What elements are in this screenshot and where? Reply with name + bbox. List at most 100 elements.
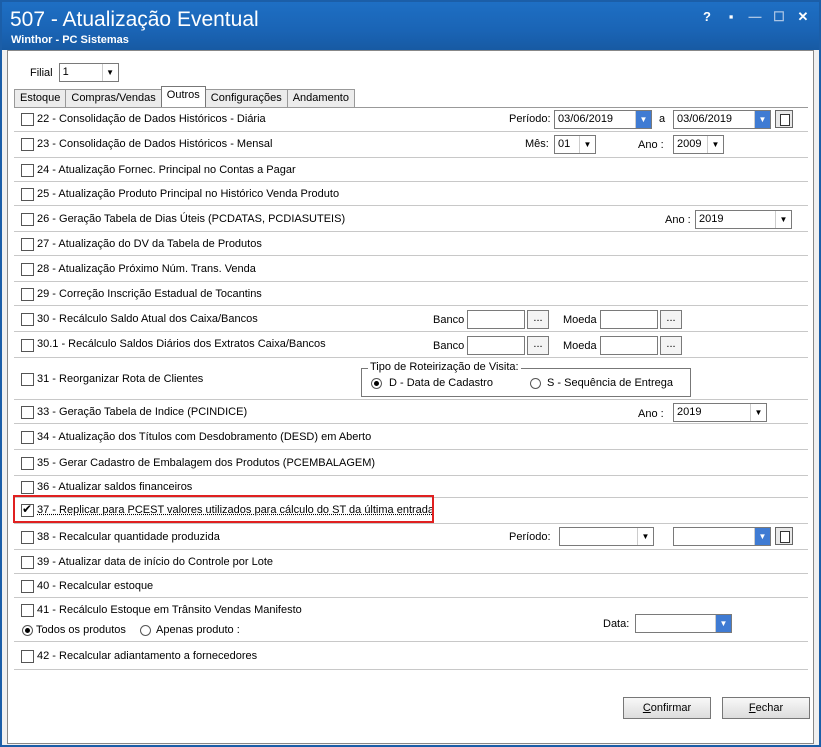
radio-todos-produtos[interactable] (22, 625, 33, 636)
a-label: a (659, 113, 666, 125)
window-title: 507 - Atualização Eventual (10, 8, 259, 31)
checkbox-23[interactable] (21, 138, 34, 151)
banco-input[interactable] (467, 336, 525, 355)
checkbox-25[interactable] (21, 188, 34, 201)
radio-apenas-produto[interactable] (140, 625, 151, 636)
chevron-down-icon[interactable]: ▼ (715, 615, 731, 632)
ano-select-33[interactable]: 2019 ▼ (673, 403, 767, 422)
filial-select[interactable]: 1 ▼ (58, 63, 119, 82)
minimize-button[interactable]: — (745, 8, 765, 26)
tab-compras-vendas[interactable]: Compras/Vendas (65, 89, 162, 107)
label-29: 29 - Correção Inscrição Estadual de Toca… (37, 288, 262, 300)
moeda-input[interactable] (600, 310, 658, 329)
confirm-accel: C (642, 702, 651, 714)
close-label: echar (755, 702, 784, 714)
outros-panel: 22 - Consolidação de Dados Históricos - … (13, 107, 808, 670)
calendar-icon[interactable] (775, 527, 793, 545)
tab-andamento[interactable]: Andamento (286, 89, 355, 107)
moeda-label: Moeda (563, 314, 597, 326)
chevron-down-icon[interactable]: ▼ (754, 528, 770, 545)
tab-configuracoes[interactable]: Configurações (204, 89, 288, 107)
checkbox-42[interactable] (21, 650, 34, 663)
date-from-field[interactable]: 03/06/2019 ▼ (554, 110, 652, 129)
periodo-from-field[interactable]: ▼ (559, 527, 654, 546)
chevron-down-icon[interactable]: ▼ (775, 211, 791, 228)
chevron-down-icon[interactable]: ▼ (750, 404, 766, 421)
label-38: 38 - Recalcular quantidade produzida (37, 531, 220, 543)
moeda-label: Moeda (563, 340, 597, 352)
moeda-lookup-button[interactable]: ... (660, 336, 682, 355)
tab-bar: Estoque Compras/Vendas Outros Configuraç… (14, 86, 355, 107)
banco-input[interactable] (467, 310, 525, 329)
row-38: 38 - Recalcular quantidade produzida Per… (14, 524, 808, 550)
checkbox-30[interactable] (21, 313, 34, 326)
date-to-field[interactable]: 03/06/2019 ▼ (673, 110, 771, 129)
close-button[interactable]: ✕ (793, 8, 813, 26)
row-24: 24 - Atualização Fornec. Principal no Co… (14, 158, 808, 182)
banco-lookup-button[interactable]: ... (527, 310, 549, 329)
tab-estoque[interactable]: Estoque (14, 89, 67, 107)
maximize-button[interactable]: ☐ (769, 8, 789, 26)
checkbox-36[interactable] (21, 481, 34, 494)
row-34: 34 - Atualização dos Títulos com Desdobr… (14, 424, 808, 450)
chevron-down-icon[interactable]: ▼ (707, 136, 723, 153)
help-button[interactable]: ? (697, 8, 717, 26)
checkbox-39[interactable] (21, 556, 34, 569)
filial-value: 1 (62, 66, 69, 78)
label-30-1: 30.1 - Recálculo Saldos Diários dos Extr… (37, 338, 326, 350)
periodo-to-field[interactable]: ▼ (673, 527, 771, 546)
label-33: 33 - Geração Tabela de Indice (PCINDICE) (37, 406, 248, 418)
radio-sequencia-entrega[interactable] (530, 378, 541, 389)
tab-outros[interactable]: Outros (160, 86, 206, 107)
chevron-down-icon[interactable]: ▼ (635, 111, 651, 128)
data-cadastro-label: D - Data de Cadastro (389, 377, 493, 389)
checkbox-29[interactable] (21, 288, 34, 301)
checkbox-38[interactable] (21, 531, 34, 544)
label-40: 40 - Recalcular estoque (37, 580, 154, 592)
calendar-icon[interactable] (775, 110, 793, 128)
ano-select-26[interactable]: 2019 ▼ (695, 210, 792, 229)
highlight-box (13, 495, 434, 523)
checkbox-28[interactable] (21, 263, 34, 276)
checkbox-35[interactable] (21, 457, 34, 470)
checkbox-31[interactable] (21, 373, 34, 386)
checkbox-34[interactable] (21, 431, 34, 444)
row-39: 39 - Atualizar data de início do Control… (14, 550, 808, 574)
close-form-button[interactable]: Fechar (722, 697, 810, 719)
mes-select[interactable]: 01 ▼ (554, 135, 596, 154)
checkbox-41[interactable] (21, 604, 34, 617)
confirm-label: onfirmar (650, 702, 692, 714)
main-content: Filial 1 ▼ Estoque Compras/Vendas Outros… (7, 50, 814, 744)
label-26: 26 - Geração Tabela de Dias Úteis (PCDAT… (37, 213, 346, 225)
checkbox-26[interactable] (21, 213, 34, 226)
row-33: 33 - Geração Tabela de Indice (PCINDICE)… (14, 400, 808, 424)
chevron-down-icon[interactable]: ▼ (637, 528, 653, 545)
row-35: 35 - Gerar Cadastro de Embalagem dos Pro… (14, 450, 808, 476)
ano-value: 2019 (699, 213, 724, 225)
chevron-down-icon[interactable]: ▼ (754, 111, 770, 128)
moeda-lookup-button[interactable]: ... (660, 310, 682, 329)
banco-lookup-button[interactable]: ... (527, 336, 549, 355)
checkbox-40[interactable] (21, 580, 34, 593)
label-28: 28 - Atualização Próximo Núm. Trans. Ven… (37, 263, 256, 275)
checkbox-22[interactable] (21, 113, 34, 126)
moeda-input[interactable] (600, 336, 658, 355)
ano-select-23[interactable]: 2009 ▼ (673, 135, 724, 154)
checkbox-30-1[interactable] (21, 339, 34, 352)
radio-data-cadastro[interactable] (371, 378, 382, 389)
checkbox-33[interactable] (21, 406, 34, 419)
banco-label: Banco (433, 340, 465, 352)
confirm-button[interactable]: Confirmar (623, 697, 711, 719)
row-23: 23 - Consolidação de Dados Históricos - … (14, 132, 808, 158)
data-field[interactable]: ▼ (635, 614, 732, 633)
row-42: 42 - Recalcular adiantamento a fornecedo… (14, 642, 808, 670)
row-30-1: 30.1 - Recálculo Saldos Diários dos Extr… (14, 332, 808, 358)
checkbox-24[interactable] (21, 164, 34, 177)
chevron-down-icon[interactable]: ▼ (101, 64, 118, 81)
restore-icon[interactable]: ▪ (721, 8, 741, 26)
label-35: 35 - Gerar Cadastro de Embalagem dos Pro… (37, 457, 376, 469)
checkbox-27[interactable] (21, 238, 34, 251)
row-25: 25 - Atualização Produto Principal no Hi… (14, 182, 808, 206)
row-41: 41 - Recálculo Estoque em Trânsito Venda… (14, 598, 808, 642)
chevron-down-icon[interactable]: ▼ (579, 136, 595, 153)
